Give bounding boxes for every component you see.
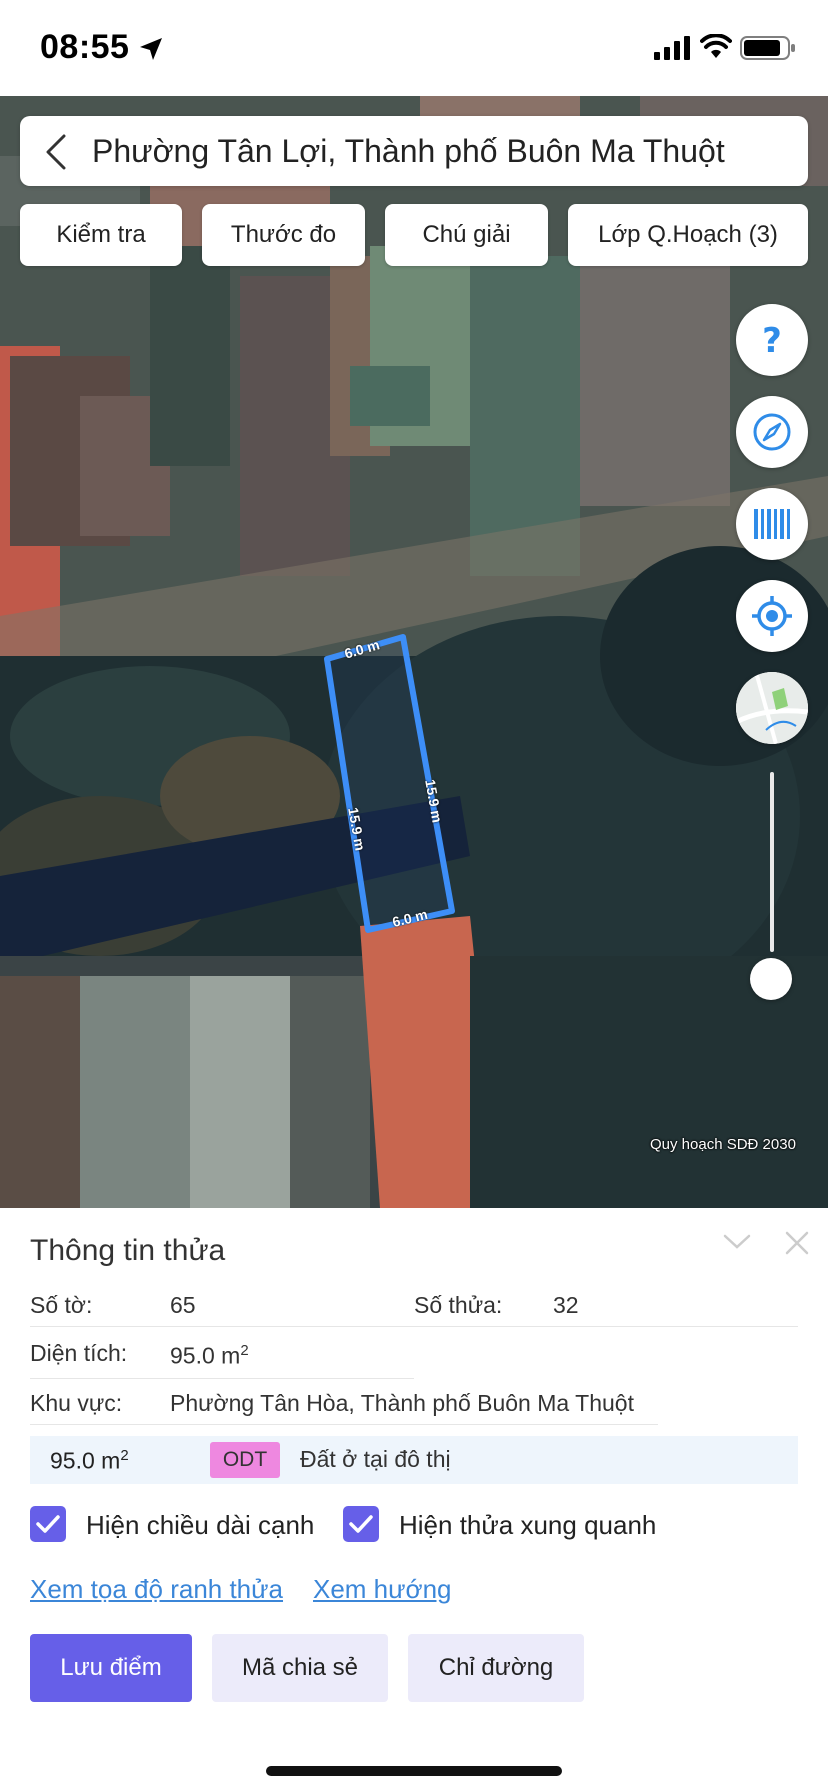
area-unit-superscript: 2 bbox=[240, 1342, 249, 1359]
area-value-number: 95.0 m bbox=[170, 1342, 241, 1369]
parcel-number-label: Số thửa: bbox=[414, 1292, 503, 1318]
parcel-info-panel: Thông tin thửa Số tờ: 65 Số thửa: 32 Diệ… bbox=[0, 1208, 828, 1792]
show-surrounding-parcels-label[interactable]: Hiện thửa xung quanh bbox=[399, 1510, 656, 1541]
opacity-slider-track[interactable] bbox=[770, 772, 774, 952]
show-edge-length-label[interactable]: Hiện chiều dài cạnh bbox=[86, 1510, 314, 1541]
region-value: Phường Tân Hòa, Thành phố Buôn Ma Thuột bbox=[170, 1390, 634, 1416]
view-direction-link[interactable]: Xem hướng bbox=[313, 1574, 452, 1605]
land-use-row: 95.0 m2 ODT Đất ở tại đô thị bbox=[30, 1436, 798, 1484]
help-icon: ? bbox=[762, 321, 782, 360]
map-type-button[interactable] bbox=[736, 672, 808, 744]
land-use-area-number: 95.0 m bbox=[50, 1447, 121, 1474]
collapse-chevron-icon[interactable] bbox=[722, 1232, 752, 1252]
chip-thuoc-do[interactable]: Thước đo bbox=[202, 204, 365, 266]
region-label: Khu vực: bbox=[30, 1390, 123, 1416]
view-boundary-coordinates-link[interactable]: Xem tọa độ ranh thửa bbox=[30, 1574, 283, 1605]
divider bbox=[30, 1326, 798, 1327]
map-attribution: Quy hoạch SDĐ 2030 bbox=[650, 1136, 796, 1153]
area-label: Diện tích: bbox=[30, 1340, 128, 1366]
land-use-code-badge: ODT bbox=[210, 1442, 280, 1478]
help-button[interactable]: ? bbox=[736, 304, 808, 376]
show-surrounding-parcels-checkbox[interactable] bbox=[343, 1506, 379, 1542]
save-point-button[interactable]: Lưu điểm bbox=[30, 1634, 192, 1702]
satellite-map[interactable]: 6.0 m 6.0 m 15.9 m 15.9 m Phường Tân Lợi… bbox=[0, 96, 828, 1208]
battery-icon bbox=[740, 36, 795, 60]
opacity-slider-knob[interactable] bbox=[750, 958, 792, 1000]
checkmark-icon bbox=[36, 1515, 60, 1533]
compass-button[interactable] bbox=[736, 396, 808, 468]
locate-icon bbox=[752, 596, 792, 636]
svg-text:?: ? bbox=[762, 321, 782, 360]
sheet-number-label: Số tờ: bbox=[30, 1292, 93, 1318]
land-use-area-superscript: 2 bbox=[120, 1447, 129, 1464]
show-edge-length-checkbox[interactable] bbox=[30, 1506, 66, 1542]
home-indicator[interactable] bbox=[266, 1766, 562, 1776]
share-code-button[interactable]: Mã chia sẻ bbox=[212, 1634, 388, 1702]
chip-lop-quy-hoach[interactable]: Lớp Q.Hoạch (3) bbox=[568, 204, 808, 266]
directions-button[interactable]: Chỉ đường bbox=[408, 1634, 584, 1702]
panel-title: Thông tin thửa bbox=[30, 1234, 226, 1267]
land-use-description: Đất ở tại đô thị bbox=[300, 1446, 451, 1472]
checkmark-icon bbox=[349, 1515, 373, 1533]
search-location-text[interactable]: Phường Tân Lợi, Thành phố Buôn Ma Thuột bbox=[92, 133, 725, 170]
chip-kiem-tra[interactable]: Kiểm tra bbox=[20, 204, 182, 266]
status-time: 08:55 bbox=[40, 28, 130, 66]
search-bar[interactable]: Phường Tân Lợi, Thành phố Buôn Ma Thuột bbox=[20, 116, 808, 186]
chip-chu-giai[interactable]: Chú giải bbox=[385, 204, 548, 266]
location-arrow-icon bbox=[140, 38, 162, 60]
close-icon[interactable] bbox=[784, 1230, 810, 1256]
compass-icon bbox=[753, 413, 791, 451]
sheet-number-value: 65 bbox=[170, 1292, 196, 1318]
map-thumbnail-icon bbox=[736, 672, 808, 744]
area-value: 95.0 m2 bbox=[170, 1342, 249, 1370]
barcode-button[interactable] bbox=[736, 488, 808, 560]
status-bar: 08:55 bbox=[0, 0, 828, 96]
back-chevron-icon[interactable] bbox=[44, 134, 68, 170]
divider bbox=[30, 1378, 414, 1379]
parcel-number-value: 32 bbox=[553, 1292, 579, 1318]
cellular-signal-icon bbox=[654, 36, 690, 60]
locate-me-button[interactable] bbox=[736, 580, 808, 652]
divider bbox=[30, 1424, 658, 1425]
barcode-icon bbox=[754, 509, 790, 539]
land-use-area: 95.0 m2 bbox=[50, 1447, 129, 1475]
wifi-icon bbox=[700, 34, 732, 58]
